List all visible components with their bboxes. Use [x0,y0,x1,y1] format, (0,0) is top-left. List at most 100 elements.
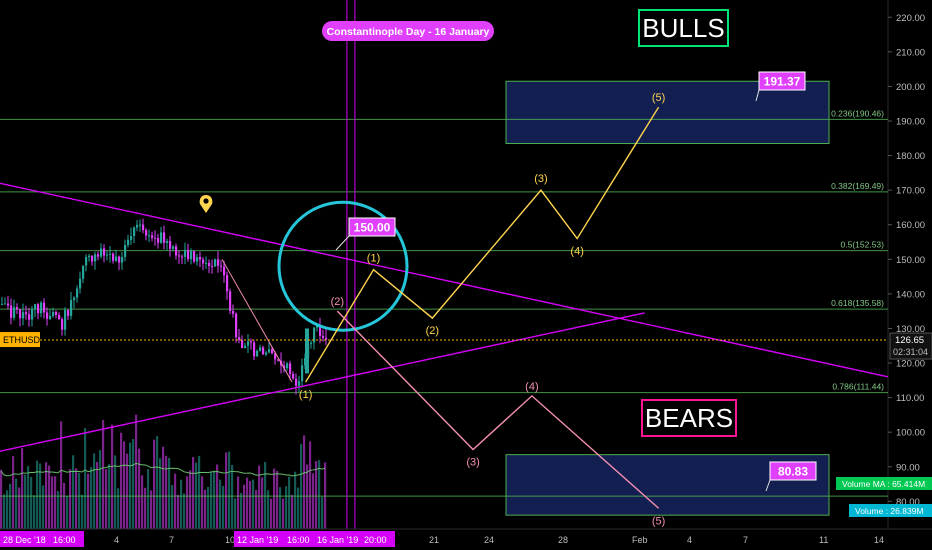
time-tick-label: 7 [169,535,174,545]
volume-bar [135,414,138,529]
candle-body [271,349,274,354]
time-tick-label: 28 Dec '18 [3,535,46,545]
time-tick-label: 16:00 [53,535,76,545]
volume-bar [84,427,87,529]
candle-body [166,241,169,243]
volume-bar [297,487,300,529]
candle-body [157,237,160,243]
candle-body [175,246,178,256]
wave-label: (2) [331,296,344,308]
volume-bar [51,476,54,529]
candle-body [67,310,70,316]
volume-bar [171,485,174,529]
volume-bar [36,460,39,529]
time-tick-label: 12 Jan '19 [237,535,278,545]
chart-stage: 80.00 90.00 100.00 110.00 120.00 130.00 140.00… [0,0,932,550]
candle-body [148,235,151,237]
volume-bar [63,482,66,529]
wave-label: (2) [426,325,439,337]
time-tick-label: 4 [687,535,692,545]
candle-body [1,303,4,305]
volume-bar [201,476,204,529]
candle-body [172,246,175,249]
candle-body [46,312,49,319]
candle-body [76,288,79,298]
volume-bar [243,484,246,529]
volume-bar [99,450,102,529]
volume-bar [141,475,144,529]
volume-bar [252,479,255,529]
volume-bar [216,464,219,529]
volume-bar [165,455,168,529]
fib-label: 0.618(135.58) [831,298,884,308]
candle-body [187,249,190,260]
candle-body [121,256,124,263]
price-tick-label: 190.00 [896,117,925,128]
volume-bar [246,477,249,529]
candle-body [190,251,193,260]
volume-bar [54,476,57,529]
candle-body [82,265,85,279]
bull-target-zone [505,80,830,144]
candle-body [22,312,25,319]
candle-body [181,256,184,258]
candle-body [94,254,97,262]
volume-bar [78,472,81,529]
price-tick-label: 150.00 [896,255,925,266]
volume-bar [300,443,303,529]
volume-bar [273,468,276,529]
volume-bar [153,439,156,529]
candle-body [253,342,256,357]
current-price-label: 126.65 [895,335,924,346]
candle-body [10,305,13,318]
volume-bar [75,468,78,529]
candle-body [103,248,106,256]
price-tick-label: 220.00 [896,13,925,24]
volume-bar [177,494,180,529]
volume-bar [249,481,252,529]
symbol-label: ETHUSD [3,335,41,345]
volume-bar [261,477,264,529]
candle-body [184,249,187,257]
candle-body [178,255,181,257]
volume-bar [198,455,201,529]
volume-bar [0,469,3,529]
candle-body [217,259,220,266]
time-axis-bg [0,529,932,550]
candle-body [73,297,76,300]
volume-bar [231,464,234,529]
volume-bar [240,492,243,529]
candle-body [292,373,295,379]
candle-body [88,255,91,258]
candle-body [262,347,265,355]
eth-chart[interactable]: 80.0090.00100.00110.00120.00130.00140.00… [0,0,932,550]
volume-bar [90,467,93,529]
candle-body [310,342,313,344]
wave-label: (1) [367,253,380,265]
volume-bar [147,469,150,529]
price-tick-label: 200.00 [896,82,925,93]
fib-label: 0.786(111.44) [832,382,884,392]
candle-body [214,259,217,267]
candle-body [259,347,262,351]
candle-body [232,310,235,314]
volume-bar [270,498,273,529]
volume-bar [213,470,216,529]
volume-bar [144,487,147,529]
volume-bar [120,432,123,529]
fib-label: 0.5(152.53) [841,240,885,250]
candle-body [202,259,205,264]
candle-body [223,266,226,276]
volume-bar [18,487,21,529]
volume-bar [72,455,75,529]
candle-body [28,314,31,320]
volume-bar [57,491,60,529]
candle-body [199,257,202,260]
volume-bar [219,479,222,529]
candle-body [127,239,130,245]
candle-body [112,253,115,261]
candle-body [265,352,268,355]
volume-bar [288,476,291,529]
candle-body [40,302,43,314]
candle-body [154,237,157,239]
